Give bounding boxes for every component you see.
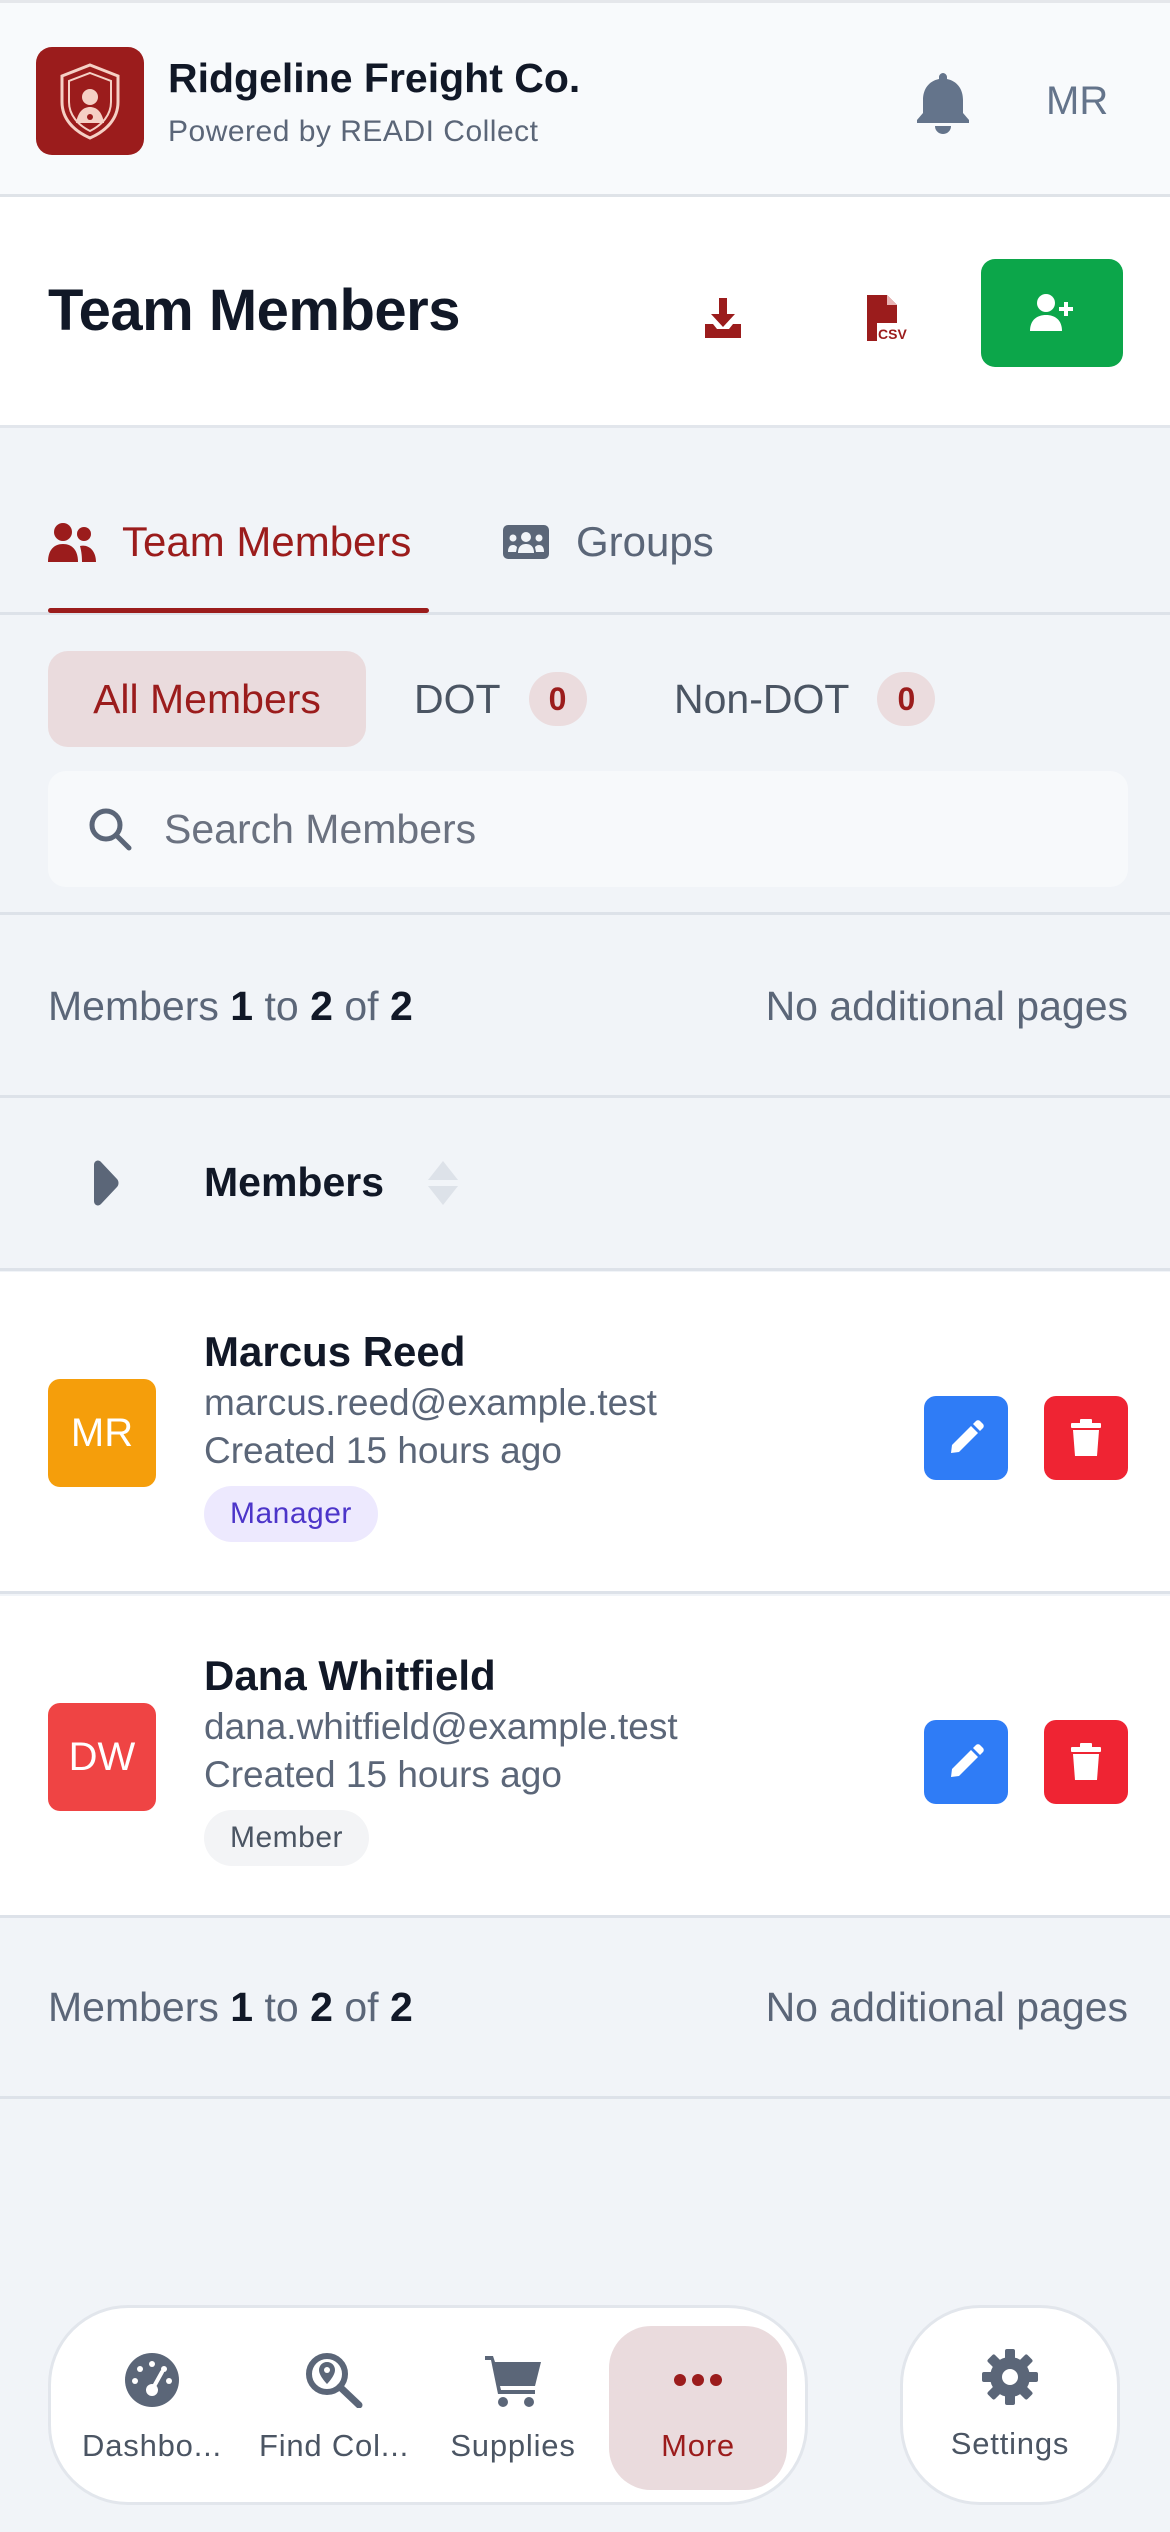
download-icon	[705, 298, 741, 338]
pagination-of-word: of	[344, 1984, 379, 2030]
cart-icon	[485, 2356, 541, 2407]
filter-non-dot-label: Non-DOT	[674, 675, 850, 722]
user-plus-icon	[1030, 294, 1073, 331]
pagination-prefix: Members	[48, 983, 219, 1029]
pagination-bottom: Members 1 to 2 of 2 No additional pages	[0, 1916, 1170, 2099]
filter-all-members-label: All Members	[93, 675, 321, 722]
member-name: Marcus Reed	[204, 1328, 466, 1375]
edit-member-button[interactable]	[924, 1720, 1008, 1804]
search-input[interactable]	[164, 805, 1064, 853]
pagination-total: 2	[389, 983, 413, 1029]
svg-text:CSV: CSV	[878, 326, 907, 342]
filter-non-dot-count-badge: 0	[877, 672, 936, 726]
pagination-prefix: Members	[48, 1984, 219, 2030]
filter-dot-count-badge: 0	[528, 672, 587, 726]
member-tabs: Team Members Groups	[0, 428, 1170, 615]
trash-icon	[1071, 1743, 1101, 1780]
delete-member-button[interactable]	[1044, 1720, 1128, 1804]
tab-team-members-label: Team Members	[122, 518, 412, 565]
tab-groups-label: Groups	[576, 518, 714, 565]
nav-supplies-label: Supplies	[450, 2428, 576, 2463]
pagination-to-word: to	[264, 983, 299, 1029]
pagination-from: 1	[230, 983, 254, 1029]
expand-all-caret-icon[interactable]	[90, 1159, 120, 1212]
notifications-bell-icon[interactable]	[912, 69, 974, 135]
sort-icon[interactable]	[426, 1159, 460, 1212]
more-dots-icon	[674, 2374, 722, 2386]
pagination-of-word: of	[344, 983, 379, 1029]
edit-member-button[interactable]	[924, 1396, 1008, 1480]
pencil-icon	[951, 1744, 984, 1777]
avatar: DW	[48, 1703, 156, 1811]
nav-find-collection[interactable]: Find Col...	[245, 2326, 423, 2490]
pagination-from: 1	[230, 1984, 254, 2030]
pagination-total: 2	[389, 1984, 413, 2030]
role-badge: Manager	[204, 1486, 378, 1542]
company-name: Ridgeline Freight Co.	[168, 55, 581, 101]
nav-supplies[interactable]: Supplies	[424, 2326, 602, 2490]
member-filters: All Members DOT 0 Non-DOT 0	[0, 615, 1170, 915]
filter-all-members[interactable]: All Members	[48, 651, 366, 747]
groups-icon	[503, 525, 549, 559]
export-csv-button[interactable]: CSV	[852, 283, 918, 353]
app-header: Ridgeline Freight Co. Powered by READI C…	[0, 0, 1170, 197]
dashboard-gauge-icon	[125, 2353, 179, 2407]
search-box	[48, 771, 1128, 887]
csv-file-icon: CSV	[867, 295, 907, 342]
map-search-icon	[306, 2353, 363, 2408]
pagination-to-word: to	[264, 1984, 299, 2030]
users-icon	[48, 523, 96, 562]
page-title: Team Members	[48, 278, 460, 343]
avatar: MR	[48, 1379, 156, 1487]
pagination-top: Members 1 to 2 of 2 No additional pages	[0, 915, 1170, 1098]
tab-groups[interactable]: Groups	[502, 518, 714, 566]
table-row: MR Marcus Reed marcus.reed@example.test …	[0, 1272, 1170, 1594]
search-icon	[89, 808, 132, 851]
member-created: Created 15 hours ago	[204, 1430, 562, 1471]
pagination-to: 2	[310, 983, 333, 1029]
filter-dot-label: DOT	[414, 675, 501, 722]
powered-by-label: Powered by READI Collect	[168, 115, 539, 148]
members-column-header[interactable]: Members	[204, 1159, 384, 1206]
pagination-pages-info: No additional pages	[765, 983, 1128, 1029]
pagination-summary: Members 1 to 2 of 2	[48, 983, 413, 1030]
filter-non-dot[interactable]: Non-DOT 0	[674, 651, 936, 747]
member-email: marcus.reed@example.test	[204, 1382, 657, 1423]
bottom-nav: Dashbo... Find Col... Supplies More	[48, 2305, 808, 2505]
tab-team-members[interactable]: Team Members	[48, 518, 411, 566]
company-logo[interactable]	[36, 47, 144, 155]
nav-more-label: More	[661, 2428, 735, 2463]
members-table-header: Members	[0, 1101, 1170, 1271]
member-email: dana.whitfield@example.test	[204, 1706, 678, 1747]
nav-settings[interactable]: Settings	[900, 2305, 1120, 2505]
pagination-to: 2	[310, 1984, 333, 2030]
trash-icon	[1071, 1419, 1101, 1456]
delete-member-button[interactable]	[1044, 1396, 1128, 1480]
shield-logo-icon	[60, 63, 120, 140]
active-tab-indicator	[48, 608, 429, 613]
pagination-pages-info: No additional pages	[765, 1984, 1128, 2030]
table-row: DW Dana Whitfield dana.whitfield@example…	[0, 1596, 1170, 1918]
pagination-summary: Members 1 to 2 of 2	[48, 1984, 413, 2031]
nav-dashboard[interactable]: Dashbo...	[63, 2326, 241, 2490]
nav-more[interactable]: More	[609, 2326, 787, 2490]
member-created: Created 15 hours ago	[204, 1754, 562, 1795]
filter-dot[interactable]: DOT 0	[414, 651, 587, 747]
nav-find-collection-label: Find Col...	[258, 2428, 410, 2463]
role-badge: Member	[204, 1810, 370, 1866]
download-button[interactable]	[690, 285, 756, 351]
pencil-icon	[951, 1420, 984, 1453]
gear-icon	[982, 2349, 1038, 2405]
nav-dashboard-label: Dashbo...	[82, 2428, 222, 2463]
member-name: Dana Whitfield	[204, 1652, 496, 1699]
page-title-bar: Team Members CSV	[0, 197, 1170, 428]
nav-settings-label: Settings	[950, 2426, 1070, 2461]
user-menu-initials[interactable]: MR	[1046, 79, 1108, 124]
add-member-button[interactable]	[981, 259, 1123, 367]
